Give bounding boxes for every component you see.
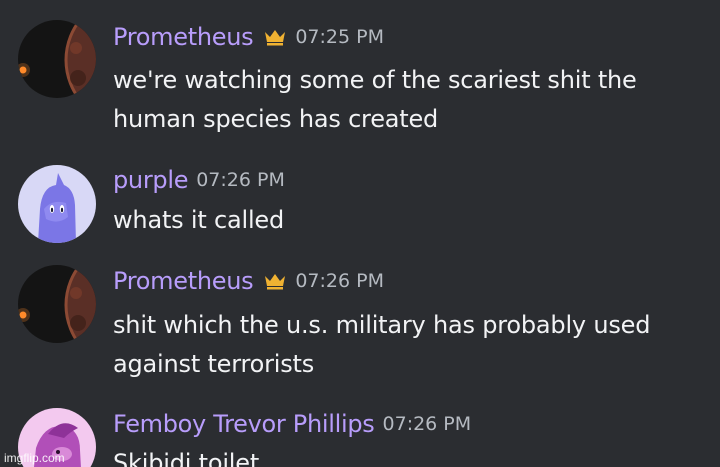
message-text-line: against terrorists [113, 350, 315, 378]
timestamp: 07:26 PM [196, 169, 285, 191]
message-text-line: we're watching some of the scariest shit… [113, 66, 637, 94]
crown-icon [263, 28, 287, 46]
chat-message-list: Prometheus 07:25 PM we're watching some … [0, 0, 720, 467]
message-header: Prometheus 07:26 PM [113, 266, 384, 296]
planet-avatar-icon [18, 20, 96, 98]
message-item: purple 07:26 PM whats it called [0, 160, 720, 260]
user-avatar[interactable] [18, 20, 96, 98]
message-header: Prometheus 07:25 PM [113, 22, 384, 52]
author-name[interactable]: Prometheus [113, 23, 254, 51]
planet-avatar-icon [18, 265, 96, 343]
message-text-line: whats it called [113, 206, 285, 234]
timestamp: 07:25 PM [295, 26, 384, 48]
message-header: Femboy Trevor Phillips 07:26 PM [113, 409, 471, 439]
message-item: Prometheus 07:25 PM we're watching some … [0, 0, 720, 160]
author-name[interactable]: Prometheus [113, 267, 254, 295]
purple-creature-avatar-icon [18, 165, 96, 243]
crown-icon [263, 272, 287, 290]
timestamp: 07:26 PM [382, 413, 472, 435]
message-item: Femboy Trevor Phillips 07:26 PM Skibidi … [0, 400, 720, 467]
timestamp: 07:26 PM [295, 270, 384, 292]
author-name[interactable]: Femboy Trevor Phillips [113, 410, 375, 438]
message-text-line: human species has created [113, 105, 439, 133]
message-text-line: Skibidi toilet [113, 449, 260, 467]
user-avatar[interactable] [18, 165, 96, 243]
author-name[interactable]: purple [113, 166, 188, 194]
message-text-line: shit which the u.s. military has probabl… [113, 311, 651, 339]
message-header: purple 07:26 PM [113, 165, 285, 195]
message-item: Prometheus 07:26 PM shit which the u.s. … [0, 260, 720, 400]
user-avatar[interactable] [18, 265, 96, 343]
watermark-text: imgflip.com [4, 451, 65, 465]
